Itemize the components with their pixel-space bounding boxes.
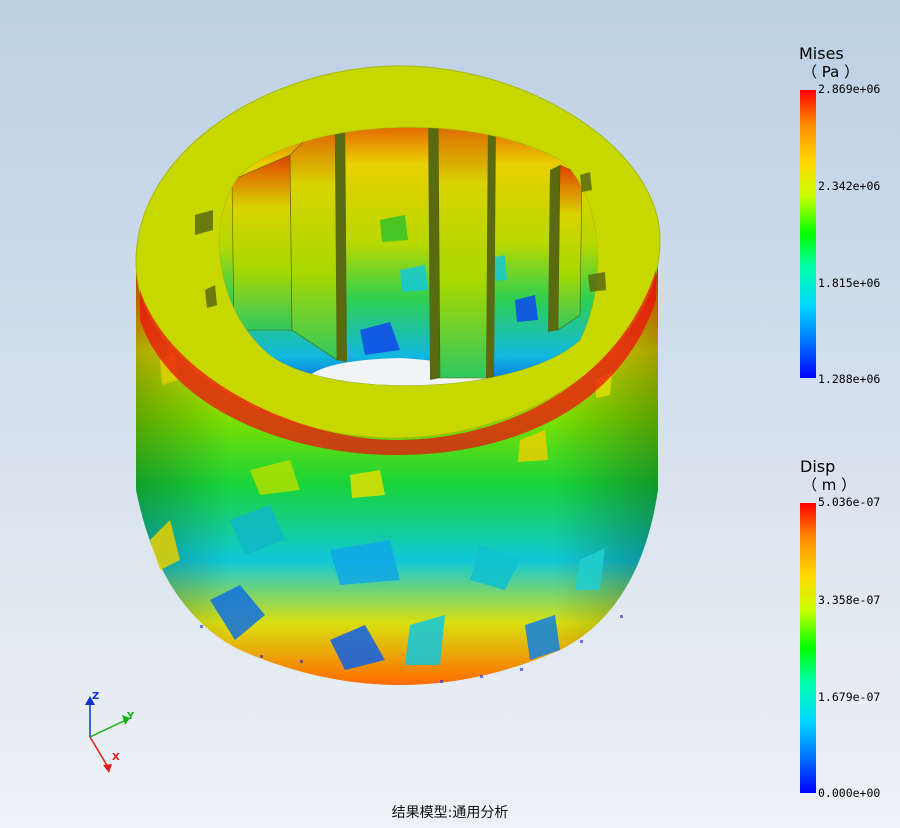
disp-legend-unit: （ m ） xyxy=(802,476,857,494)
mises-tick-max: 2.869e+06 xyxy=(818,82,881,96)
disp-tick-max: 5.036e-07 xyxy=(818,495,881,509)
mises-tick-3: 1.815e+06 xyxy=(818,276,881,290)
x-axis-label: X xyxy=(112,752,120,763)
mises-tick-min: 1.288e+06 xyxy=(818,372,881,386)
disp-tick-min: 0.000e+00 xyxy=(818,786,881,800)
mises-color-bar xyxy=(800,90,816,378)
mises-legend-unit: （ Pa ） xyxy=(802,63,860,81)
mises-tick-2: 2.342e+06 xyxy=(818,179,881,193)
disp-color-bar xyxy=(800,503,816,793)
disp-tick-2: 3.358e-07 xyxy=(818,593,881,607)
disp-legend: Disp （ m ） 5.036e-07 3.358e-07 1.679e-07… xyxy=(800,457,890,802)
mises-legend: Mises （ Pa ） 2.869e+06 2.342e+06 1.815e+… xyxy=(799,44,890,386)
z-axis-label: Z xyxy=(92,691,99,702)
disp-tick-3: 1.679e-07 xyxy=(818,690,881,704)
result-caption: 结果模型:通用分析 xyxy=(391,805,509,821)
y-axis-label: Y xyxy=(126,711,135,722)
axis-triad: Z Y X xyxy=(85,691,135,773)
